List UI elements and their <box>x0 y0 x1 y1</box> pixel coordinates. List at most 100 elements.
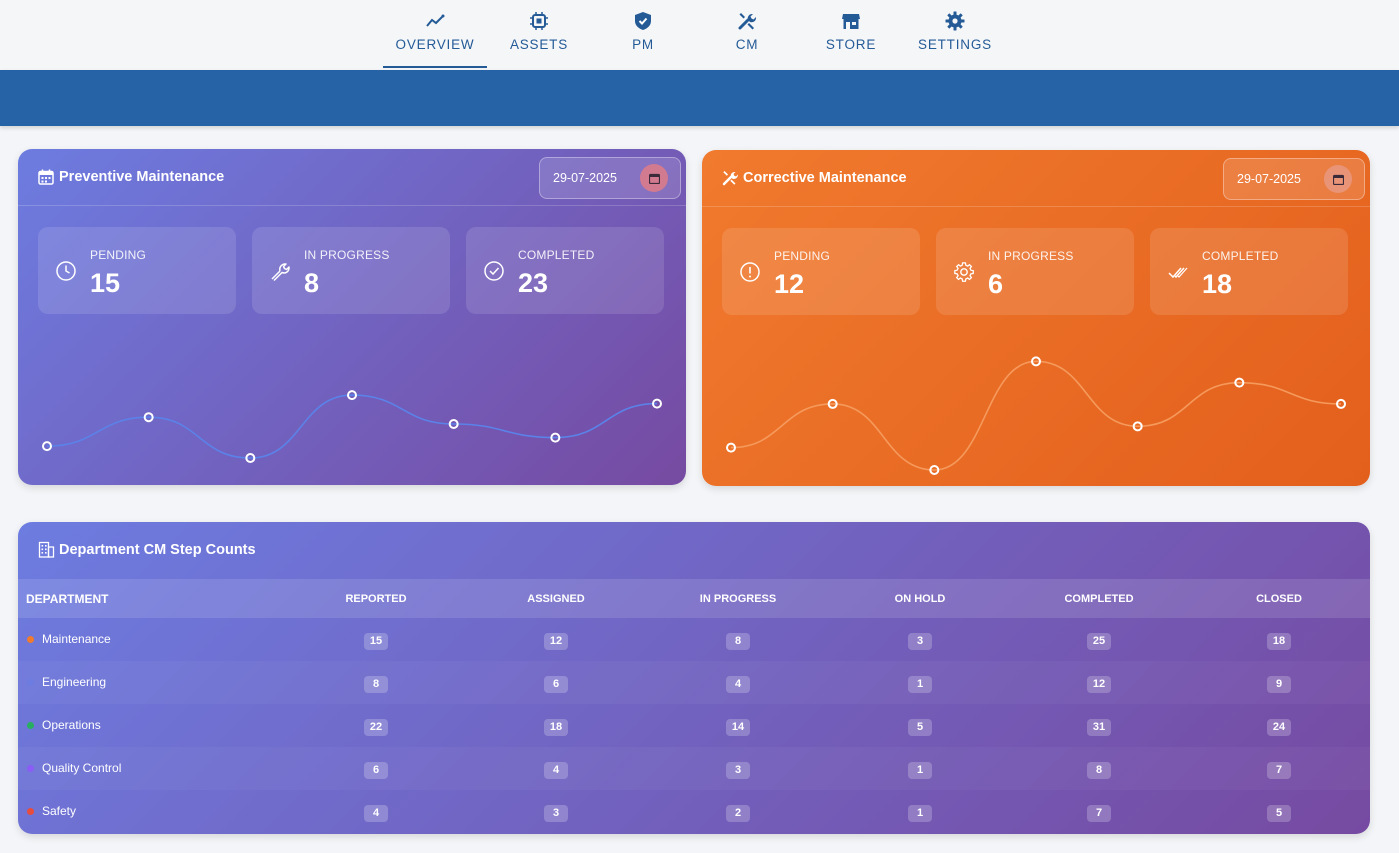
pm-date-picker-button[interactable] <box>640 164 668 192</box>
store-icon <box>842 14 860 29</box>
department-cell: Quality Control <box>27 761 121 775</box>
count-badge: 8 <box>1087 762 1111 779</box>
department-cell: Safety <box>27 804 76 818</box>
department-name: Quality Control <box>42 761 122 775</box>
tab-store[interactable]: STORE <box>799 0 903 70</box>
cm-pending-label: PENDING <box>774 249 831 263</box>
table-row: Operations 22 18 14 5 31 24 <box>18 704 1370 747</box>
pm-title-text: Preventive Maintenance <box>59 169 225 185</box>
department-color-dot <box>27 721 34 729</box>
chip-icon <box>530 12 548 30</box>
pm-pending-value: 15 <box>90 268 121 298</box>
double-check-icon <box>1168 267 1188 279</box>
count-badge: 1 <box>908 762 932 779</box>
department-color-dot <box>27 635 34 643</box>
tab-cm-label: CM <box>735 37 759 52</box>
column-header: ON HOLD <box>894 593 946 605</box>
pm-stat-in-progress: IN PROGRESS 8 <box>252 227 450 314</box>
table-row: Safety 4 3 2 1 7 5 <box>18 790 1370 833</box>
department-name: Safety <box>42 804 77 818</box>
cm-completed-value: 18 <box>1202 269 1233 299</box>
alert-circle-icon <box>740 262 760 282</box>
department-title-text: Department CM Step Counts <box>59 541 256 558</box>
count-badge: 4 <box>544 762 568 779</box>
count-badge: 9 <box>1267 676 1291 693</box>
tab-store-label: STORE <box>825 37 877 52</box>
cm-pending-value: 12 <box>774 269 805 299</box>
department-cell: Operations <box>27 718 101 732</box>
pm-date-value: 29-07-2025 <box>553 171 617 185</box>
preventive-maintenance-card: Preventive Maintenance 29-07-2025 PENDIN… <box>18 149 686 485</box>
pm-card-header: Preventive Maintenance 29-07-2025 <box>18 149 686 206</box>
count-badge: 18 <box>1267 633 1291 650</box>
department-cell: Engineering <box>27 675 106 689</box>
pm-completed-value: 23 <box>518 268 549 298</box>
cm-stat-completed: COMPLETED 18 <box>1150 228 1348 315</box>
tab-overview-label: OVERVIEW <box>395 37 475 52</box>
cm-in-progress-label: IN PROGRESS <box>988 249 1074 263</box>
tab-settings[interactable]: SETTINGS <box>903 0 1007 70</box>
pm-in-progress-value: 8 <box>304 268 320 298</box>
cm-date-value: 29-07-2025 <box>1237 172 1301 186</box>
tab-assets[interactable]: ASSETS <box>487 0 591 70</box>
tools-icon <box>738 13 757 30</box>
count-badge: 25 <box>1087 633 1111 650</box>
pm-card-title: Preventive Maintenance <box>38 169 224 185</box>
count-badge: 4 <box>726 676 750 693</box>
cm-card-title: Corrective Maintenance <box>722 170 907 186</box>
pm-in-progress-label: IN PROGRESS <box>304 248 390 262</box>
department-name: Engineering <box>42 675 107 689</box>
department-color-dot <box>27 807 34 815</box>
department-color-dot <box>27 678 34 686</box>
nav-tabs: OVERVIEW ASSETS PM CM STORE SETTINGS <box>383 0 1007 70</box>
column-header: REPORTED <box>345 593 407 605</box>
count-badge: 12 <box>544 633 568 650</box>
count-badge: 5 <box>908 719 932 736</box>
cm-stats: PENDING 12 IN PROGRESS 6 COMPLETED 18 <box>722 228 1348 315</box>
cog-icon <box>954 262 974 282</box>
pm-stats: PENDING 15 IN PROGRESS 8 COMPLETED 23 <box>38 227 664 314</box>
count-badge: 22 <box>364 719 388 736</box>
tab-pm[interactable]: PM <box>591 0 695 70</box>
department-name: Maintenance <box>42 632 111 646</box>
table-row: Engineering 8 6 4 1 12 9 <box>18 661 1370 704</box>
count-badge: 31 <box>1087 719 1111 736</box>
department-cm-card: Department CM Step Counts DEPARTMENT REPO… <box>18 522 1370 834</box>
pm-stat-completed: COMPLETED 23 <box>466 227 664 314</box>
calendar-small-icon <box>1332 174 1344 185</box>
count-badge: 8 <box>726 633 750 650</box>
count-badge: 2 <box>726 805 750 822</box>
pm-date-input[interactable]: 29-07-2025 <box>539 157 681 199</box>
tab-cm[interactable]: CM <box>695 0 799 70</box>
count-badge: 3 <box>544 805 568 822</box>
top-navigation: OVERVIEW ASSETS PM CM STORE SETTINGS <box>0 0 1399 70</box>
count-badge: 7 <box>1267 762 1291 779</box>
count-badge: 1 <box>908 676 932 693</box>
wrench-icon <box>271 263 290 282</box>
column-header: COMPLETED <box>1064 593 1134 605</box>
cm-card-header: Corrective Maintenance 29-07-2025 <box>702 150 1370 207</box>
tools-icon <box>722 171 738 186</box>
header-banner <box>0 70 1399 126</box>
column-header: ASSIGNED <box>527 593 585 605</box>
department-card-title: Department CM Step Counts <box>38 541 256 558</box>
cm-completed-label: COMPLETED <box>1202 249 1279 263</box>
building-icon <box>38 541 55 558</box>
count-badge: 8 <box>364 676 388 693</box>
count-badge: 5 <box>1267 805 1291 822</box>
cm-date-input[interactable]: 29-07-2025 <box>1223 158 1365 200</box>
count-badge: 14 <box>726 719 750 736</box>
count-badge: 4 <box>364 805 388 822</box>
check-circle-icon <box>484 261 504 281</box>
corrective-maintenance-card: Corrective Maintenance 29-07-2025 PENDIN… <box>702 150 1370 486</box>
count-badge: 15 <box>364 633 388 650</box>
pm-stat-pending: PENDING 15 <box>38 227 236 314</box>
cm-stat-in-progress: IN PROGRESS 6 <box>936 228 1134 315</box>
cm-trend-chart <box>726 356 1346 475</box>
cm-stat-pending: PENDING 12 <box>722 228 920 315</box>
count-badge: 1 <box>908 805 932 822</box>
cm-date-picker-button[interactable] <box>1324 165 1352 193</box>
gear-icon <box>945 11 965 31</box>
tab-overview[interactable]: OVERVIEW <box>383 0 487 70</box>
shield-check-icon <box>635 12 651 30</box>
